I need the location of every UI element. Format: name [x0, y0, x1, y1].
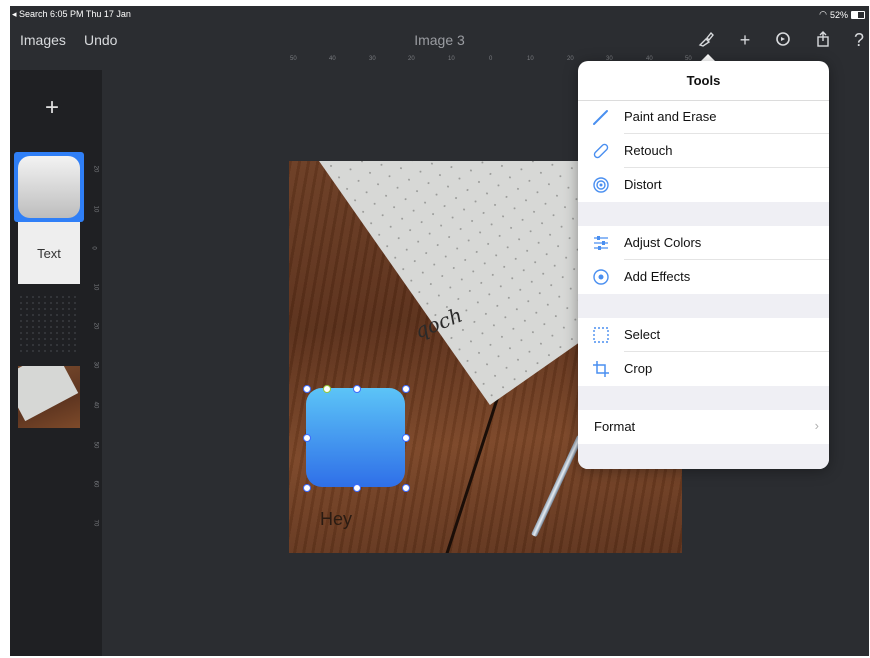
layer-thumbnail-text[interactable]: Text: [18, 222, 80, 284]
ruler-tick: 0: [489, 56, 493, 62]
ruler-tick: 20: [408, 56, 415, 62]
rounded-rect-shape[interactable]: [306, 388, 405, 487]
resize-handle[interactable]: [303, 484, 311, 492]
menu-item-distort[interactable]: Distort: [578, 168, 829, 202]
vertical-ruler: 20 10 0 10 20 30 40 50 60 70: [90, 70, 102, 656]
menu-item-label: Adjust Colors: [624, 235, 702, 250]
resize-handle[interactable]: [303, 434, 311, 442]
sliders-icon: [592, 234, 610, 252]
status-right: ◠ 52%: [819, 9, 865, 20]
effects-icon: [592, 268, 610, 286]
battery-percent: 52%: [829, 9, 848, 20]
ruler-tick: 20: [567, 56, 574, 62]
section-gap: [578, 294, 829, 318]
help-icon[interactable]: ?: [848, 30, 869, 51]
menu-item-paint-and-erase[interactable]: Paint and Erase: [578, 100, 829, 134]
menu-item-label: Paint and Erase: [624, 109, 717, 124]
ruler-tick: 20: [92, 165, 99, 173]
add-layer-button[interactable]: +: [40, 94, 64, 122]
tools-popover: Tools Paint and Erase Retouch Distort Ad…: [578, 61, 829, 469]
menu-item-select[interactable]: Select: [578, 318, 829, 352]
app-screen: ◂ Search 6:05 PM Thu 17 Jan ◠ 52% Images…: [10, 6, 869, 656]
rotate-handle[interactable]: [323, 385, 331, 393]
resize-handle[interactable]: [353, 385, 361, 393]
ruler-tick: 30: [369, 56, 376, 62]
ruler-tick: 50: [290, 56, 297, 62]
section-gap: [578, 444, 829, 469]
ruler-tick: 10: [527, 56, 534, 62]
layer-thumbnail-shape[interactable]: [14, 152, 84, 222]
ruler-tick: 20: [92, 322, 99, 330]
brush-icon[interactable]: [695, 30, 717, 53]
menu-item-label: Crop: [624, 361, 653, 376]
plus-icon[interactable]: +: [734, 30, 756, 51]
menu-item-label: Format: [594, 419, 636, 434]
ruler-tick: 50: [92, 441, 99, 449]
wifi-icon: ◠: [819, 9, 827, 19]
ruler-tick: 40: [92, 401, 99, 409]
menu-item-label: Add Effects: [624, 269, 691, 284]
resize-handle[interactable]: [303, 385, 311, 393]
menu-item-retouch[interactable]: Retouch: [578, 134, 829, 168]
resize-handle[interactable]: [353, 484, 361, 492]
chevron-right-icon: ›: [814, 418, 819, 433]
bandage-icon: [592, 142, 610, 160]
resize-handle[interactable]: [402, 434, 410, 442]
menu-item-format[interactable]: Format ›: [578, 410, 829, 444]
ruler-tick: 0: [90, 246, 97, 250]
menu-item-label: Retouch: [624, 143, 673, 158]
text-layer-hey[interactable]: Hey: [320, 509, 352, 530]
menu-item-label: Select: [624, 327, 661, 342]
section-gap: [578, 386, 829, 410]
menu-item-label: Distort: [624, 177, 662, 192]
settings-icon[interactable]: [772, 30, 794, 53]
selection-icon: [592, 326, 610, 344]
section-gap: [578, 202, 829, 226]
layers-sidebar: + Text: [10, 70, 102, 656]
menu-item-adjust-colors[interactable]: Adjust Colors: [578, 226, 829, 260]
ruler-tick: 40: [329, 56, 336, 62]
ruler-tick: 10: [92, 283, 99, 291]
popover-title: Tools: [686, 73, 721, 88]
ruler-tick: 10: [448, 56, 455, 62]
battery-icon: [851, 10, 865, 19]
share-icon[interactable]: [812, 30, 834, 53]
brush-icon: [592, 108, 610, 126]
shape-preview: [18, 156, 80, 218]
layer-thumbnail-empty[interactable]: [18, 294, 80, 356]
layer-thumbnail-photo[interactable]: [18, 366, 80, 428]
status-left[interactable]: ◂ Search 6:05 PM Thu 17 Jan: [12, 9, 131, 20]
photo-preview: [18, 366, 79, 422]
ruler-tick: 30: [92, 361, 99, 369]
crop-icon: [592, 360, 610, 378]
ruler-tick: 60: [92, 480, 99, 488]
ruler-tick: 10: [92, 205, 99, 213]
ruler-tick: 70: [92, 519, 99, 527]
swirl-icon: [592, 176, 610, 194]
menu-item-crop[interactable]: Crop: [578, 352, 829, 386]
status-bar: ◂ Search 6:05 PM Thu 17 Jan ◠ 52%: [10, 6, 869, 22]
resize-handle[interactable]: [402, 385, 410, 393]
menu-item-add-effects[interactable]: Add Effects: [578, 260, 829, 294]
resize-handle[interactable]: [402, 484, 410, 492]
